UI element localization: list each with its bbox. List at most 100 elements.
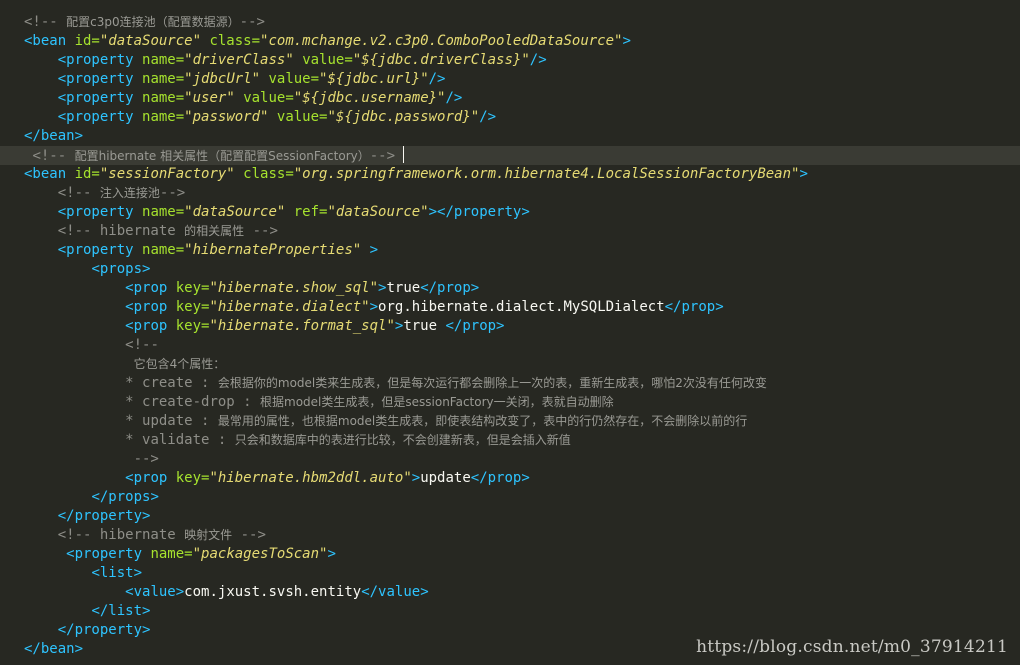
code-token-attribute: name=	[142, 109, 185, 125]
code-line[interactable]: <prop key="hibernate.show_sql">true</pro…	[0, 279, 1020, 298]
code-token-tag: <list>	[91, 565, 143, 581]
code-token-tag: />	[529, 52, 547, 68]
code-token-attribute: value=	[302, 52, 353, 68]
code-token-comment: 只会和数据库中的表进行比较，不会创建新表，但是会插入新值	[234, 433, 571, 447]
code-line[interactable]: * validate : 只会和数据库中的表进行比较，不会创建新表，但是会插入新…	[0, 431, 1020, 450]
code-line[interactable]: <bean id="dataSource" class="com.mchange…	[0, 32, 1020, 51]
code-token-tag: <property	[66, 546, 151, 562]
code-line[interactable]: </list>	[0, 602, 1020, 621]
code-token-attribute: name=	[142, 52, 185, 68]
code-line[interactable]: <!-- hibernate 映射文件 -->	[0, 526, 1020, 545]
code-token-tag: <value>	[125, 584, 185, 600]
code-token-tag: </props>	[91, 489, 159, 505]
code-line[interactable]: <list>	[0, 564, 1020, 583]
code-token-tag: <bean	[24, 166, 75, 182]
code-token-comment: * create :	[125, 375, 218, 391]
code-line[interactable]: * create-drop : 根据model类生成表，但是sessionFac…	[0, 393, 1020, 412]
code-token-comment: <!-- hibernate	[57, 527, 185, 543]
code-token-tag: <prop	[125, 299, 176, 315]
code-line[interactable]: <property name="hibernateProperties" >	[0, 241, 1020, 260]
code-token-tag: </property>	[57, 622, 151, 638]
code-token-comment: 最常用的属性，也根据model类生成表，即使表结构改变了，表中的行仍然存在，不会…	[217, 414, 748, 428]
code-token-value: "password"	[184, 109, 277, 125]
code-line[interactable]: <property name="packagesToScan">	[0, 545, 1020, 564]
code-token-attribute: key=	[175, 299, 210, 315]
code-token-value: "${jdbc.driverClass}"	[352, 52, 530, 68]
code-line[interactable]: <property name="user" value="${jdbc.user…	[0, 89, 1020, 108]
code-line[interactable]: <property name="password" value="${jdbc.…	[0, 108, 1020, 127]
code-token-tag: </list>	[91, 603, 151, 619]
code-token-comment: -->	[133, 451, 159, 467]
code-line[interactable]: </property>	[0, 507, 1020, 526]
code-token-attribute: name=	[142, 71, 185, 87]
code-token-value: "hibernate.format_sql"	[209, 318, 395, 334]
code-token-tag: <property	[57, 71, 143, 87]
code-line[interactable]: <property name="jdbcUrl" value="${jdbc.u…	[0, 70, 1020, 89]
code-token-tag: <property	[57, 242, 143, 258]
code-token-comment: 的相关属性	[184, 224, 245, 238]
code-token-tag: >	[411, 470, 421, 486]
code-token-value: "jdbcUrl"	[184, 71, 269, 87]
code-token-tag: ></property>	[428, 204, 530, 220]
code-line[interactable]: <bean id="sessionFactory" class="org.spr…	[0, 165, 1020, 184]
code-token-comment: 根据model类生成表，但是sessionFactory一关闭，表就自动删除	[260, 395, 614, 409]
code-line[interactable]: * create : 会根据你的model类来生成表，但是每次运行都会删除上一次…	[0, 374, 1020, 393]
code-token-comment: <!-- hibernate	[57, 223, 185, 239]
code-line[interactable]: <!-- hibernate 的相关属性 -->	[0, 222, 1020, 241]
code-token-value: "com.mchange.v2.c3p0.ComboPooledDataSour…	[260, 33, 623, 49]
code-line[interactable]: <prop key="hibernate.hbm2ddl.auto">updat…	[0, 469, 1020, 488]
code-token-comment: 配置c3p0连接池（配置数据源）	[66, 15, 240, 29]
code-token-attribute: value=	[243, 90, 294, 106]
code-token-value: "${jdbc.username}"	[293, 90, 446, 106]
code-line[interactable]: <!--	[0, 336, 1020, 355]
code-token-comment: -->	[244, 223, 278, 239]
code-token-tag: >	[799, 166, 808, 182]
code-token-value: "hibernateProperties"	[184, 242, 370, 258]
code-token-tag: <prop	[125, 280, 176, 296]
code-token-value: "${jdbc.password}"	[327, 109, 480, 125]
code-token-tag: >	[369, 299, 379, 315]
code-line[interactable]: * update : 最常用的属性，也根据model类生成表，即使表结构改变了，…	[0, 412, 1020, 431]
code-token-tag: <bean	[24, 33, 75, 49]
code-line-current[interactable]: <!-- 配置hibernate 相关属性（配置配置SessionFactory…	[0, 146, 1020, 165]
code-token-comment: -->	[369, 148, 396, 164]
code-line[interactable]: </props>	[0, 488, 1020, 507]
code-token-tag: >	[622, 33, 631, 49]
text-cursor	[403, 146, 405, 163]
code-token-tag: />	[479, 109, 497, 125]
code-editor[interactable]: <!-- 配置c3p0连接池（配置数据源）--> <bean id="dataSo…	[0, 0, 1020, 665]
code-line[interactable]: -->	[0, 450, 1020, 469]
code-token-value: "hibernate.dialect"	[209, 299, 370, 315]
code-token-comment: <!--	[32, 148, 75, 164]
code-line[interactable]: 它包含4个属性：	[0, 355, 1020, 374]
code-line[interactable]: <!-- 配置c3p0连接池（配置数据源）-->	[0, 13, 1020, 32]
code-line[interactable]: <prop key="hibernate.format_sql">true </…	[0, 317, 1020, 336]
code-line[interactable]: <value>com.jxust.svsh.entity</value>	[0, 583, 1020, 602]
code-token-comment: <!--	[24, 14, 67, 30]
code-line[interactable]: <props>	[0, 260, 1020, 279]
code-line[interactable]: </bean>	[0, 127, 1020, 146]
code-line[interactable]: <prop key="hibernate.dialect">org.hibern…	[0, 298, 1020, 317]
code-token-text: update	[420, 470, 471, 486]
code-token-value: "dataSource"	[184, 204, 294, 220]
code-token-value: "user"	[184, 90, 244, 106]
code-token-attribute: key=	[175, 280, 210, 296]
code-line[interactable]: <!-- 注入连接池-->	[0, 184, 1020, 203]
code-token-attribute: key=	[175, 318, 210, 334]
code-token-tag: <property	[57, 52, 143, 68]
code-token-text: true	[386, 280, 421, 296]
code-token-attribute: value=	[268, 71, 320, 87]
code-token-attribute: id=	[74, 33, 100, 49]
code-line[interactable]: <property name="driverClass" value="${jd…	[0, 51, 1020, 70]
code-line[interactable]: <property name="dataSource" ref="dataSou…	[0, 203, 1020, 222]
